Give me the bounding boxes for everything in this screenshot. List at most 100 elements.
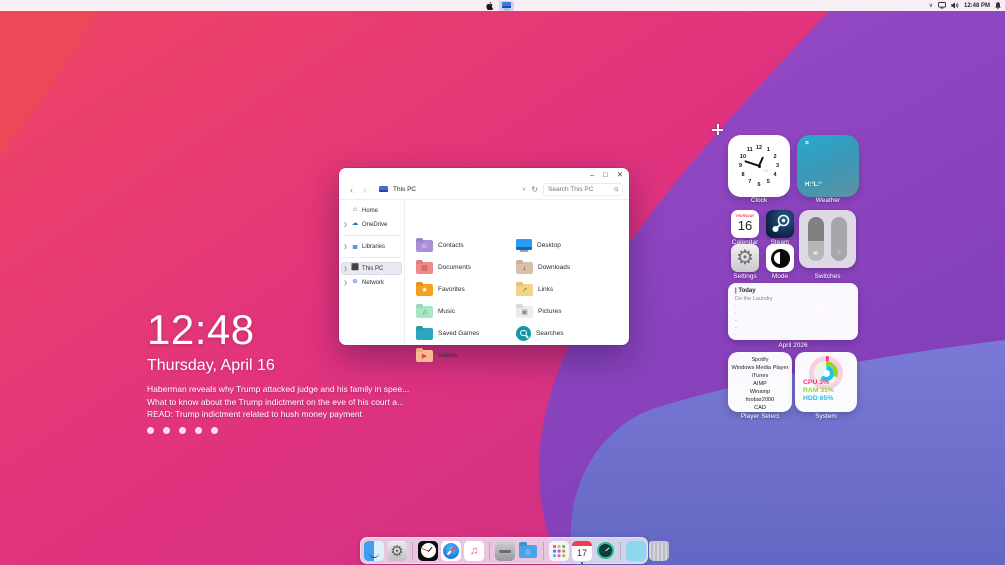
page-dot[interactable] [195, 426, 202, 434]
home-folder-icon [519, 542, 537, 558]
weather-high-low: H:°L:° [805, 182, 822, 188]
brightness-icon: ☼ [836, 250, 842, 256]
dock-icon-finder[interactable] [364, 540, 384, 561]
expand-chevron-icon[interactable]: ❯ [341, 266, 350, 272]
address-breadcrumb[interactable]: This PC [393, 186, 416, 193]
folder-item-contacts[interactable]: ☺ Contacts [416, 235, 512, 255]
page-dot[interactable] [147, 426, 154, 434]
volume-slider[interactable] [808, 217, 824, 261]
agenda-calendar-widget[interactable]: | Today Do the Laundry - - - - - [728, 283, 858, 340]
settings-widget[interactable]: ⚙ [731, 244, 759, 272]
expand-chevron-icon[interactable]: ❯ [341, 280, 350, 286]
sidebar-item-this-pc[interactable]: ❯ ⬛ This PC [341, 262, 402, 275]
news-headline-2[interactable]: What to know about the Trump indictment … [147, 396, 407, 409]
mode-widget[interactable] [766, 244, 794, 272]
agenda-event: Do the Laundry [735, 296, 773, 302]
search-input[interactable] [548, 186, 614, 193]
weather-widget[interactable]: ° H:°L:° [797, 135, 859, 197]
clock-number: 5 [766, 179, 770, 186]
system-monitor-widget[interactable]: CPU 3% RAM 31% HDD 65% [795, 352, 857, 412]
folder-item-label: Pictures [538, 307, 562, 315]
brightness-slider[interactable]: ☼ [831, 217, 847, 261]
apple-logo-icon[interactable] [486, 1, 493, 10]
hdd-usage: HDD 65% [803, 395, 834, 402]
agenda-event: - [735, 310, 737, 317]
dock-divider [412, 541, 413, 560]
agenda-event: - [735, 303, 737, 310]
news-headline-1[interactable]: Haberman reveals why Trump attacked judg… [147, 383, 409, 396]
expand-chevron-icon[interactable]: ❯ [341, 244, 350, 250]
steam-widget[interactable] [766, 210, 794, 238]
sidebar-item-network[interactable]: ❯ ⊕ Network [341, 276, 402, 289]
ram-usage: RAM 31% [803, 387, 834, 394]
sidebar-item-onedrive[interactable]: ❯ ☁ OneDrive [341, 218, 402, 231]
sidebar-item-home[interactable]: ⌂ Home [341, 204, 402, 217]
player-option-cad[interactable]: CAD [728, 404, 792, 412]
dock-icon-hard-drive[interactable] [495, 540, 515, 561]
dock-icon-launchpad[interactable] [549, 540, 569, 561]
clock-widget[interactable]: 12 1 2 3 4 5 6 7 8 9 10 11 +1 [728, 135, 790, 197]
dock-icon-calendar-app[interactable]: 17 [572, 540, 592, 564]
dock-icon-home-folder[interactable] [518, 541, 538, 561]
dock: ⚙ ♫ 17 [360, 537, 669, 564]
sidebar-item-label: Network [362, 279, 385, 286]
player-select-widget[interactable]: Spotify Windows Media Player iTunes AIMP Win… [728, 352, 792, 412]
back-button[interactable]: ‹ [345, 185, 358, 195]
desktop: { "menubar": { "time": "12:48 PM", "left… [0, 0, 1005, 565]
sidebar-item-libraries[interactable]: ❯ ▄ Libraries [341, 240, 402, 253]
menubar-clock[interactable]: 12:48 PM [964, 3, 990, 9]
news-headline-3[interactable]: READ: Trump indictment related to hush m… [147, 408, 407, 421]
folder-item-label: Documents [438, 263, 471, 271]
dock-icon-system-preferences[interactable]: ⚙ [387, 540, 407, 561]
folder-item-pictures[interactable]: ▣ Pictures [516, 301, 612, 321]
player-option-foobar2000[interactable]: foobar2000 [728, 396, 792, 404]
agenda-events: Do the Laundry - - - - - [735, 296, 773, 339]
expand-chevron-icon[interactable]: ❯ [341, 222, 350, 228]
dock-divider [543, 541, 544, 560]
folder-item-music[interactable]: ♫ Music [416, 301, 512, 321]
dock-icon-safari[interactable] [441, 540, 461, 561]
folder-item-videos[interactable]: ▶ Videos [416, 345, 512, 365]
folder-item-documents[interactable]: ▤ Documents [416, 257, 512, 277]
chevron-down-icon[interactable]: ∨ [929, 3, 933, 9]
calendar-tile-widget[interactable]: THURSDAY 16 [731, 210, 759, 238]
folder-item-desktop[interactable]: Desktop [516, 235, 612, 255]
dock-icon-clock-app[interactable] [418, 540, 438, 561]
folder-item-saved-games[interactable]: Saved Games [416, 323, 512, 343]
folder-item-downloads[interactable]: ↓ Downloads [516, 257, 612, 277]
address-dropdown-chevron-icon[interactable]: ∨ [522, 186, 526, 193]
player-option-aimp[interactable]: AIMP [728, 380, 792, 388]
active-app-file-explorer-icon[interactable] [499, 0, 514, 11]
player-option-spotify[interactable]: Spotify [728, 356, 792, 364]
page-dot[interactable] [163, 426, 170, 434]
explorer-titlebar[interactable]: – □ ✕ [339, 168, 629, 180]
page-dot[interactable] [211, 426, 218, 434]
folder-item-links[interactable]: ↗ Links [516, 279, 612, 299]
display-icon[interactable] [938, 2, 946, 9]
desktop-icon [516, 238, 532, 252]
news-pagination-dots [147, 426, 407, 434]
agenda-event: - [735, 317, 737, 324]
refresh-icon[interactable]: ↻ [531, 185, 538, 194]
player-option-windows-media-player[interactable]: Windows Media Player [728, 364, 792, 372]
contacts-folder-icon: ☺ [416, 240, 433, 252]
dock-icon-time-machine[interactable] [595, 541, 615, 561]
maximize-button[interactable]: □ [603, 170, 608, 179]
notifications-bell-icon[interactable] [995, 1, 1001, 10]
minimize-button[interactable]: – [590, 170, 594, 179]
folder-item-searches[interactable]: Searches [516, 323, 612, 343]
folder-item-favorites[interactable]: ★ Favorites [416, 279, 512, 299]
search-box[interactable] [543, 183, 623, 196]
page-dot[interactable] [179, 426, 186, 434]
folder-item-label: Links [538, 285, 554, 293]
agenda-event: - [735, 324, 737, 331]
player-option-winamp[interactable]: Winamp [728, 388, 792, 396]
clock-number: 9 [738, 163, 743, 169]
volume-icon[interactable] [951, 2, 959, 9]
dock-icon-notes[interactable] [626, 540, 646, 561]
dock-icon-trash[interactable] [649, 540, 669, 561]
player-option-itunes[interactable]: iTunes [728, 372, 792, 380]
close-button[interactable]: ✕ [617, 170, 623, 179]
forward-button[interactable]: › [358, 185, 371, 195]
dock-icon-music-app[interactable]: ♫ [464, 540, 484, 561]
